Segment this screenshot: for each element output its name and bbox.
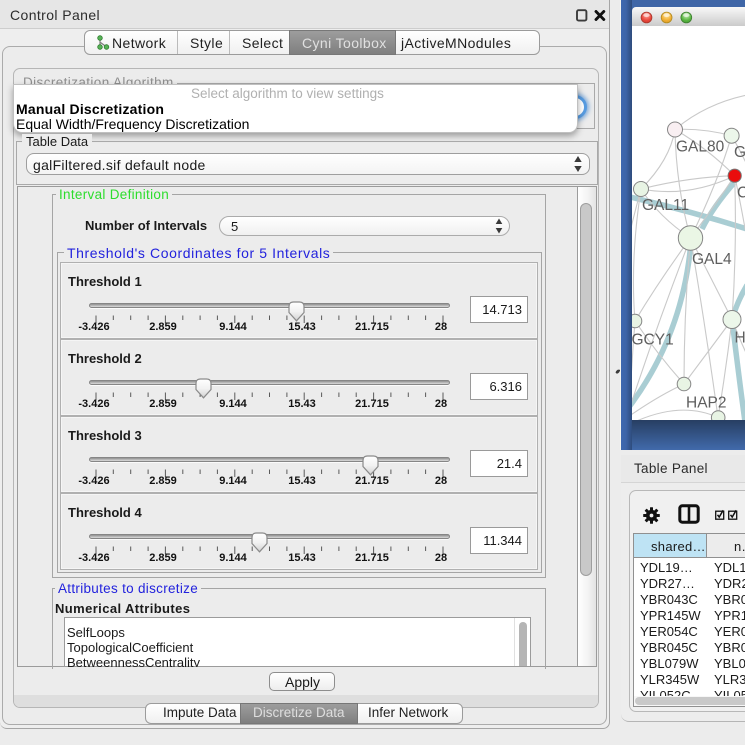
svg-text:C: C	[737, 185, 745, 202]
svg-text:GAL11: GAL11	[642, 197, 689, 214]
svg-text:H: H	[735, 330, 745, 347]
svg-text:HAP2: HAP2	[686, 395, 727, 412]
svg-text:GCY1: GCY1	[632, 332, 674, 349]
svg-text:GAL4: GAL4	[692, 251, 732, 268]
svg-text:GAL80: GAL80	[676, 139, 725, 156]
svg-text:GA: GA	[734, 144, 745, 161]
